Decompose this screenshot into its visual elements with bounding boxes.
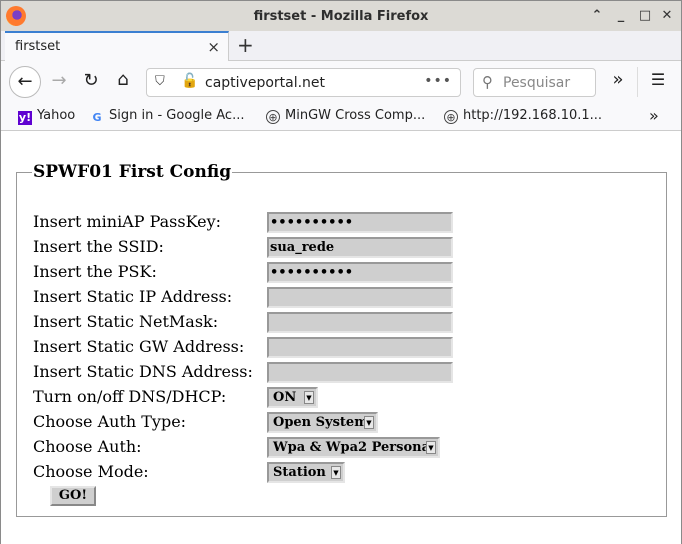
mode-select[interactable]: Station ▼ [267,462,345,483]
bookmark-label: Yahoo [37,108,76,123]
tab-label: firstset [15,39,61,54]
firefox-logo-icon [6,6,26,26]
passkey-input[interactable]: •••••••••• [267,212,453,233]
new-tab-button[interactable]: + [237,33,254,57]
mode-value: Station [273,465,326,480]
back-button[interactable]: ← [9,66,41,98]
forward-button[interactable]: → [49,70,69,91]
auth-select[interactable]: Wpa & Wpa2 Personal ▼ [267,437,440,458]
browser-window: firstset - Mozilla Firefox ⌃ _ □ ✕ first… [0,0,682,544]
auth-type-value: Open System [273,415,368,430]
home-button[interactable]: ⌂ [112,69,134,90]
dhcp-select[interactable]: ON ▼ [267,387,318,408]
url-bar[interactable]: ⛉ 🔓 captiveportal.net ••• [146,68,461,97]
maximize-icon[interactable]: □ [637,8,653,23]
label-auth: Choose Auth: [33,437,142,456]
reload-button[interactable]: ↻ [81,70,101,91]
chevron-down-icon: ▼ [304,391,314,404]
label-mode: Choose Mode: [33,462,149,481]
bookmark-label: Sign in - Google Ac... [109,108,245,123]
auth-type-select[interactable]: Open System ▼ [267,412,378,433]
psk-input[interactable]: •••••••••• [267,262,453,283]
close-tab-icon[interactable]: × [207,38,220,56]
bookmark-label: http://192.168.10.1... [463,108,603,123]
search-placeholder: Pesquisar [503,75,571,91]
label-auth-type: Choose Auth Type: [33,412,187,431]
label-ssid: Insert the SSID: [33,237,164,256]
go-button[interactable]: GO! [50,486,96,506]
tab-firstset[interactable]: firstset × [5,31,229,61]
insecure-lock-icon[interactable]: 🔓 [181,73,198,89]
search-box[interactable]: ⚲ Pesquisar [473,68,596,97]
bookmark-label: MinGW Cross Comp... [285,108,426,123]
yahoo-icon: y! [18,111,32,125]
bookmark-yahoo[interactable]: y! Yahoo [18,108,75,125]
netmask-input[interactable] [267,312,453,333]
minimize-icon[interactable]: _ [613,8,629,23]
ssid-input[interactable]: sua_rede [267,237,453,258]
tab-bar: firstset × + [1,31,681,61]
chevron-down-icon: ▼ [426,441,436,454]
static-ip-input[interactable] [267,287,453,308]
toolbar-overflow-button[interactable]: » [608,69,628,90]
label-gateway: Insert Static GW Address: [33,337,245,356]
tracking-shield-icon[interactable]: ⛉ [155,74,165,89]
title-bar: firstset - Mozilla Firefox ⌃ _ □ ✕ [1,1,681,31]
search-icon: ⚲ [482,73,493,91]
bookmark-mingw[interactable]: ⊕ MinGW Cross Comp... [266,108,425,124]
close-window-icon[interactable]: ✕ [659,8,675,23]
label-dhcp: Turn on/off DNS/DHCP: [33,387,227,406]
bookmark-google[interactable]: G Sign in - Google Ac... [90,108,244,125]
page-actions-icon[interactable]: ••• [424,73,452,89]
nav-bar: ← → ↻ ⌂ ⛉ 🔓 captiveportal.net ••• ⚲ Pesq… [1,61,681,103]
menu-button[interactable]: ☰ [648,70,668,89]
google-icon: G [92,111,102,124]
label-static-ip: Insert Static IP Address: [33,287,233,306]
globe-icon: ⊕ [266,110,280,124]
label-psk: Insert the PSK: [33,262,157,281]
window-title: firstset - Mozilla Firefox [253,8,429,24]
divider [637,67,638,97]
bookmark-192[interactable]: ⊕ http://192.168.10.1... [444,108,602,124]
chevron-down-icon: ▼ [364,416,374,429]
dns-input[interactable] [267,362,453,383]
bookmarks-bar: y! Yahoo G Sign in - Google Ac... ⊕ MinGW C… [1,103,681,131]
chevron-down-icon: ▼ [331,466,341,479]
form-legend: SPWF01 First Config [33,162,232,182]
page-content: SPWF01 First Config Insert miniAP PassKe… [1,132,681,544]
globe-icon: ⊕ [444,110,458,124]
url-text[interactable]: captiveportal.net [205,75,325,91]
label-dns: Insert Static DNS Address: [33,362,253,381]
label-passkey: Insert miniAP PassKey: [33,212,222,231]
bookmarks-overflow-button[interactable]: » [649,106,659,125]
gateway-input[interactable] [267,337,453,358]
auth-value: Wpa & Wpa2 Personal [273,440,435,455]
label-netmask: Insert Static NetMask: [33,312,219,331]
window-shade-icon[interactable]: ⌃ [589,8,605,23]
dhcp-value: ON [273,390,297,405]
